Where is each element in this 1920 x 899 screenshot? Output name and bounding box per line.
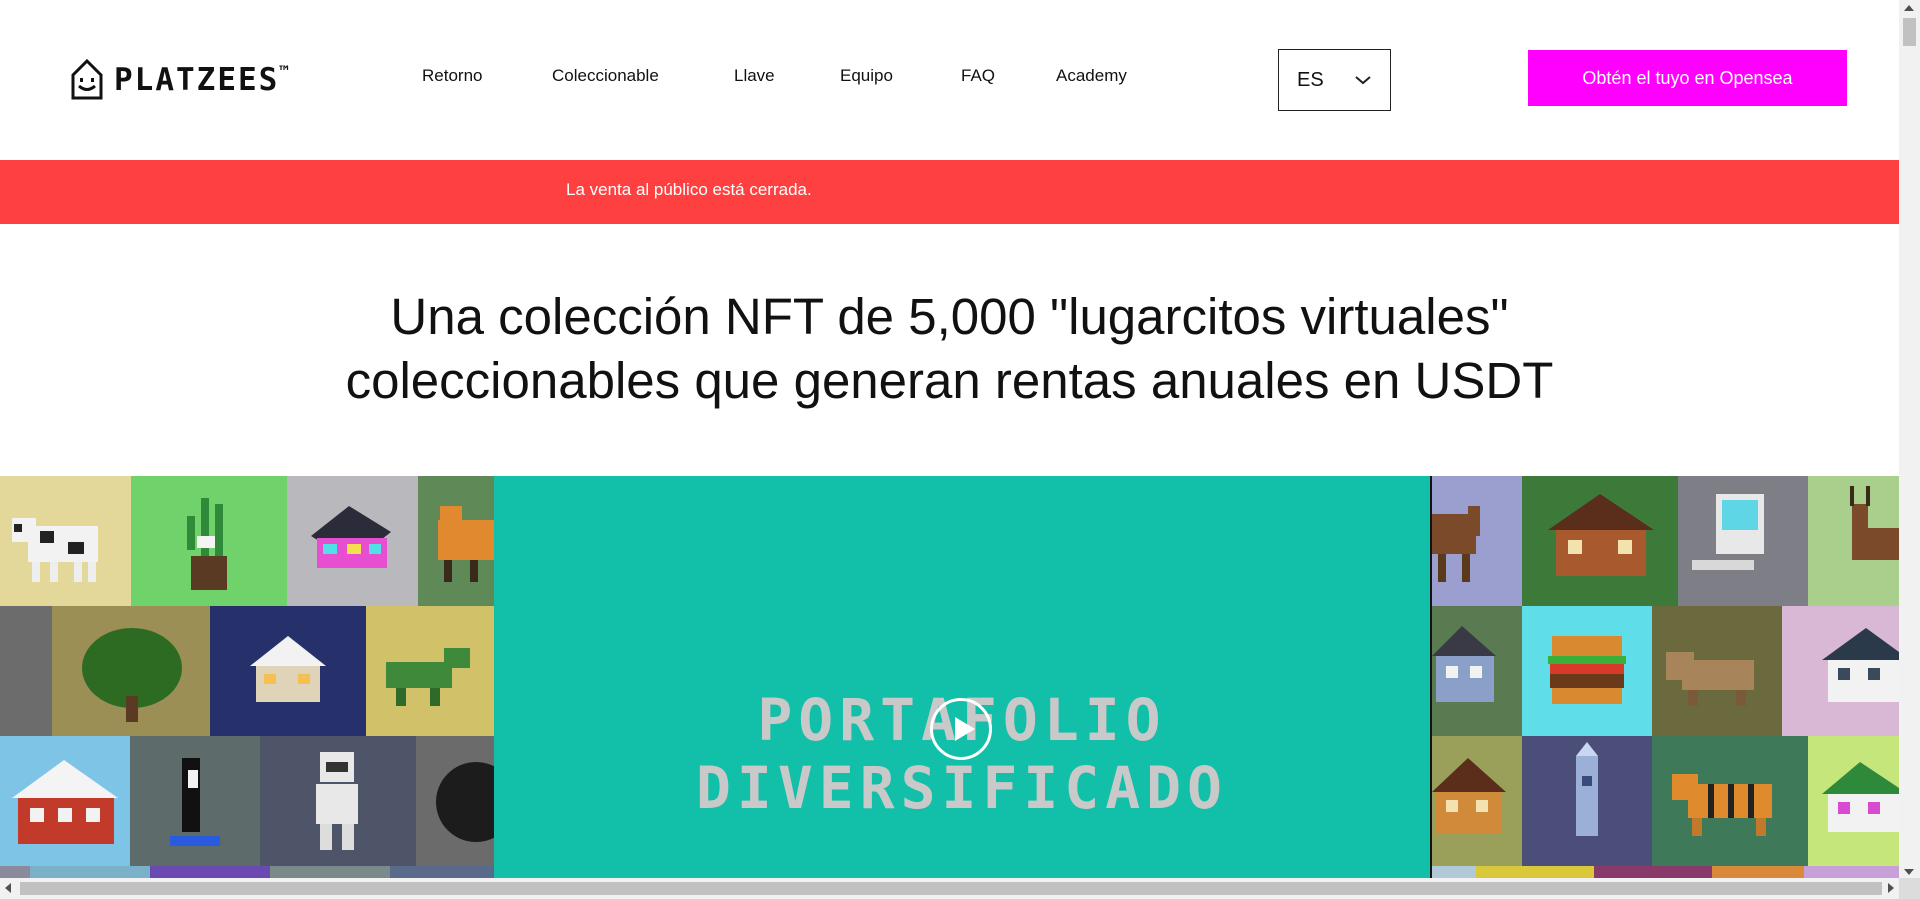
tile-strip <box>270 866 390 878</box>
tile-strip <box>1712 866 1804 878</box>
platzees-logo[interactable]: PLATZEES™ <box>70 58 289 102</box>
nft-tile-fox[interactable] <box>418 476 494 606</box>
nft-tile-orca[interactable] <box>130 736 260 866</box>
nft-tile-deer[interactable] <box>1808 476 1899 606</box>
nft-tile-winter-house[interactable] <box>0 736 130 866</box>
hero-title-line-2: coleccionables que generan rentas anuale… <box>345 352 1554 409</box>
nav-item-equipo[interactable]: Equipo <box>840 66 893 86</box>
nft-tile-brick-house[interactable] <box>1432 736 1522 866</box>
smiley-house-icon <box>71 58 103 100</box>
computer-icon <box>1692 494 1764 570</box>
snow-house-icon <box>250 636 326 702</box>
video-player[interactable]: PORTAFOLIO DIVERSIFICADO <box>494 476 1430 878</box>
tile-strip <box>0 866 30 878</box>
hero-title: Una colección NFT de 5,000 "lugarcitos v… <box>0 285 1899 413</box>
tiger-icon <box>1672 774 1772 836</box>
trademark-symbol: ™ <box>279 62 289 81</box>
burger-icon <box>1548 636 1626 704</box>
brick-house-icon <box>1432 758 1506 834</box>
tile-strip <box>1476 866 1594 878</box>
vertical-scroll-thumb[interactable] <box>1903 18 1916 46</box>
tile-strip <box>1804 866 1899 878</box>
tile-strip <box>1432 866 1476 878</box>
video-title-line-2: DIVERSIFICADO <box>696 754 1228 822</box>
house-icon <box>311 506 391 568</box>
nft-tile-green-house[interactable] <box>1808 736 1899 866</box>
gorilla-icon <box>436 762 494 842</box>
logo-wordmark: PLATZEES™ <box>114 62 289 98</box>
triceratops-icon <box>1666 652 1754 706</box>
nav-item-llave[interactable]: Llave <box>734 66 775 86</box>
nft-tile-snow-house[interactable] <box>210 606 366 736</box>
nft-tile-burger[interactable] <box>1522 606 1652 736</box>
sale-status-text: La venta al público está cerrada. <box>566 180 812 199</box>
nft-tile-robot[interactable] <box>260 736 416 866</box>
fox-icon <box>438 506 494 582</box>
horizontal-scrollbar[interactable] <box>0 878 1899 899</box>
blue-house-icon <box>1432 626 1496 702</box>
deer-icon <box>1850 486 1899 560</box>
cabin-icon <box>1548 494 1654 576</box>
nft-tile-triceratops[interactable] <box>1652 606 1782 736</box>
nft-tile-gorilla[interactable] <box>416 736 494 866</box>
nav-item-faq[interactable]: FAQ <box>961 66 995 86</box>
nft-tile-wooden-cabin[interactable] <box>1522 476 1678 606</box>
nft-tile-cow[interactable] <box>0 476 131 606</box>
nft-tile-tree[interactable] <box>52 606 210 736</box>
nft-tile-computer[interactable] <box>1678 476 1808 606</box>
tile-strip <box>390 866 494 878</box>
cow-icon <box>12 518 98 582</box>
nft-tile-partial[interactable] <box>0 606 52 736</box>
nft-tile-horse[interactable] <box>1432 476 1522 606</box>
sale-status-banner: La venta al público está cerrada. <box>0 160 1899 224</box>
scroll-left-arrow-icon[interactable] <box>5 883 11 893</box>
site-header: PLATZEES™ Retorno Coleccionable Llave Eq… <box>0 0 1899 160</box>
rocket-icon <box>1576 742 1598 836</box>
nft-tile-neon-house[interactable] <box>287 476 418 606</box>
orca-icon <box>170 758 220 846</box>
nav-item-retorno[interactable]: Retorno <box>422 66 482 86</box>
nft-gallery: PORTAFOLIO DIVERSIFICADO <box>0 476 1899 878</box>
tile-strip <box>30 866 150 878</box>
nft-tile-rocket[interactable] <box>1522 736 1652 866</box>
robot-icon <box>316 752 358 850</box>
dinosaur-icon <box>386 648 470 706</box>
tile-strip <box>1594 866 1712 878</box>
chevron-down-icon <box>1355 76 1371 85</box>
nft-tile-tiger[interactable] <box>1652 736 1808 866</box>
tile-strip <box>150 866 270 878</box>
dark-house-icon <box>1822 628 1899 702</box>
opensea-cta-button[interactable]: Obtén el tuyo en Opensea <box>1528 50 1847 106</box>
play-button[interactable] <box>930 698 992 760</box>
plant-icon <box>187 498 227 590</box>
nft-tile-potted-plant[interactable] <box>131 476 287 606</box>
nav-item-coleccionable[interactable]: Coleccionable <box>552 66 659 86</box>
vertical-scrollbar[interactable] <box>1899 0 1920 899</box>
nft-tile-blue-house[interactable] <box>1432 606 1522 736</box>
horse-icon <box>1432 506 1480 582</box>
hero-title-line-1: Una colección NFT de 5,000 "lugarcitos v… <box>390 288 1509 345</box>
scroll-right-arrow-icon[interactable] <box>1888 883 1894 893</box>
language-select[interactable]: ES <box>1278 49 1391 111</box>
green-house-icon <box>1822 762 1899 832</box>
scroll-down-arrow-icon[interactable] <box>1904 869 1914 875</box>
scroll-up-arrow-icon[interactable] <box>1904 5 1914 11</box>
scrollbar-corner <box>1899 878 1920 899</box>
horizontal-scroll-thumb[interactable] <box>20 882 1882 895</box>
logo-text: PLATZEES <box>114 62 280 98</box>
nft-tile-dark-house[interactable] <box>1782 606 1899 736</box>
language-value: ES <box>1297 68 1324 91</box>
winter-house-icon <box>12 760 118 844</box>
tree-icon <box>82 628 182 722</box>
play-icon <box>955 717 975 741</box>
nav-item-academy[interactable]: Academy <box>1056 66 1127 86</box>
nft-tile-dinosaur[interactable] <box>366 606 494 736</box>
